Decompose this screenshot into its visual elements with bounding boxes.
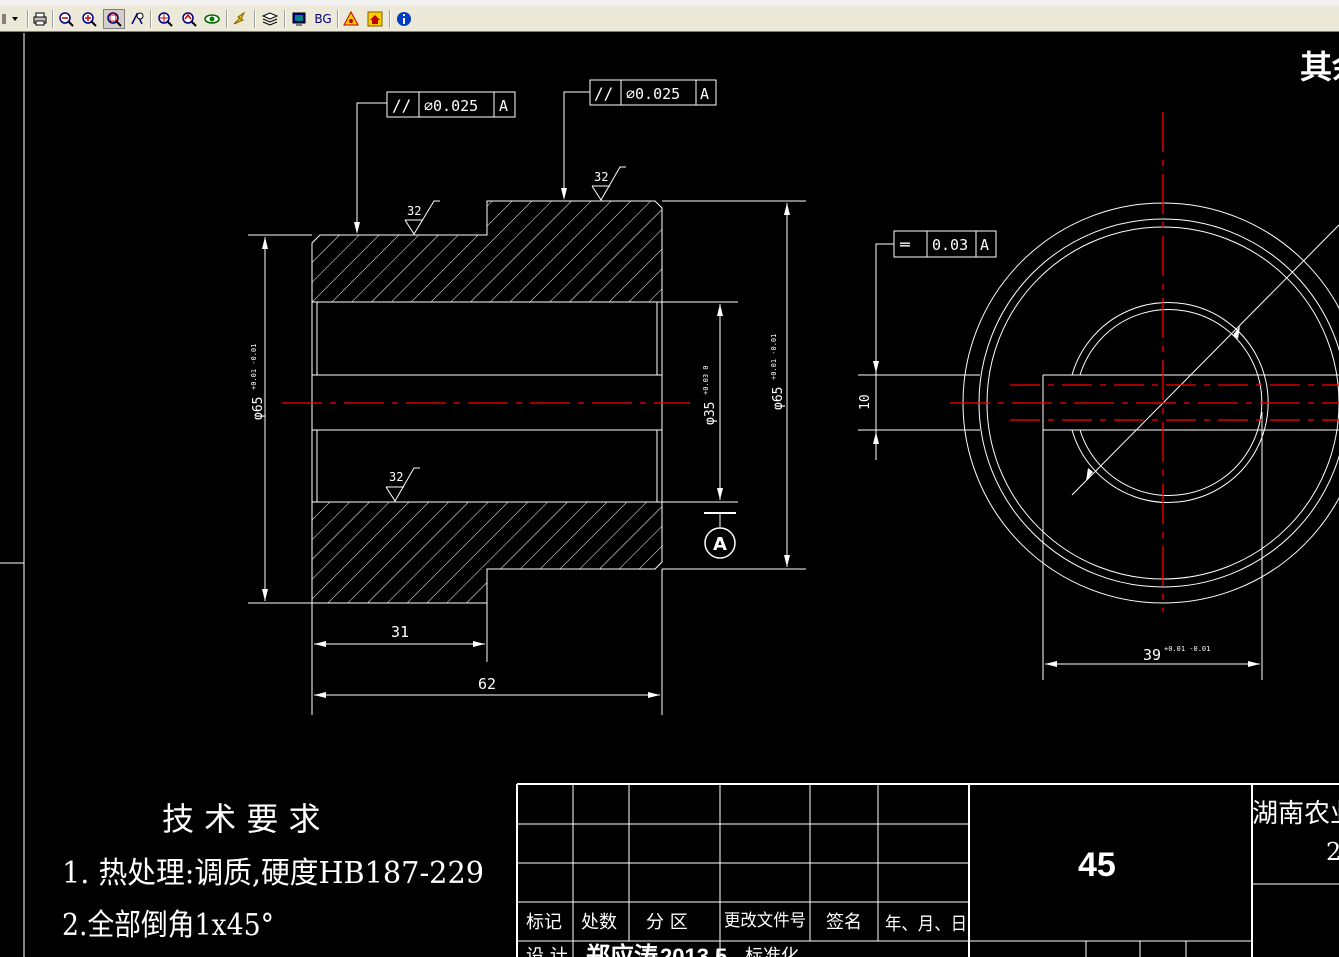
roughness-top-right: 32	[594, 170, 608, 184]
svg-text:φ65: φ65	[771, 387, 786, 410]
tech-req-item-1: 1. 热处理:调质,硬度HB187-229	[62, 856, 484, 891]
home-button[interactable]	[366, 9, 384, 29]
section-view	[282, 200, 690, 604]
svg-text:+0.01 -0.01: +0.01 -0.01	[250, 344, 258, 390]
view-button[interactable]	[203, 9, 221, 29]
svg-text:+0.03 0: +0.03 0	[702, 365, 710, 395]
dim-left-dia: φ65 +0.01 -0.01	[250, 344, 266, 420]
regen-icon	[233, 11, 246, 25]
regen-button[interactable]	[231, 9, 249, 29]
tb-design-date: 2013.5	[660, 944, 727, 957]
bg-label: BG	[314, 12, 332, 26]
keyway-upper	[316, 301, 658, 376]
tb-header-doc: 更改文件号	[724, 911, 806, 931]
layers-icon	[261, 12, 279, 26]
zoom-out-icon	[59, 12, 74, 27]
dropdown-arrow-icon	[2, 14, 18, 24]
hatch-upper	[311, 200, 663, 303]
dim-bore-dia: φ35 +0.03 0	[702, 365, 718, 425]
zoom-in-icon	[82, 12, 97, 27]
roughness-top-left: 32	[407, 204, 421, 218]
svg-text:═: ═	[899, 235, 910, 254]
svg-text:A: A	[980, 236, 989, 254]
tb-header-count: 处数	[581, 912, 617, 933]
tb-standard-label: 标准化	[745, 946, 799, 957]
dim-key-depth-tol: +0.01 -0.01	[1164, 645, 1210, 653]
monitor-icon	[292, 12, 306, 26]
gdt-frame-left: // ∅0.025 A	[386, 91, 516, 118]
toolbar: BG	[0, 6, 1339, 32]
zoom-pan-icon	[131, 12, 144, 25]
zoom-previous-button[interactable]	[180, 9, 198, 29]
zoom-out-button[interactable]	[57, 9, 75, 29]
view-eye-icon	[204, 14, 220, 24]
zoom-realtime-icon	[158, 12, 173, 27]
school-name-line2: 2	[1326, 838, 1339, 866]
dim-key-width: 10	[858, 394, 873, 410]
tb-header-mark: 标记	[526, 912, 562, 933]
tech-req-title: 技 术 要 求	[162, 800, 321, 838]
display-button[interactable]	[290, 9, 308, 29]
dim-key-depth: 39	[1143, 646, 1161, 664]
svg-text:A: A	[700, 85, 709, 103]
tb-designer-name: 郑应涛	[586, 941, 658, 957]
zoom-window-button[interactable]	[103, 9, 125, 29]
zoom-previous-icon	[182, 12, 197, 27]
dim-length-62: 62	[478, 675, 496, 693]
end-view	[858, 112, 1339, 680]
drawing-canvas[interactable]: 其余	[0, 32, 1339, 957]
svg-text://: //	[594, 84, 613, 103]
svg-text:∅0.025: ∅0.025	[424, 97, 478, 115]
svg-text:A: A	[499, 97, 508, 115]
home-icon	[367, 11, 383, 27]
print-button[interactable]	[31, 9, 49, 29]
svg-text:0.03: 0.03	[932, 236, 968, 254]
svg-text:φ65: φ65	[251, 397, 266, 420]
help-button[interactable]	[342, 9, 360, 29]
zoom-pan-button[interactable]	[128, 9, 146, 29]
svg-text:10: 10	[858, 394, 873, 410]
zoom-realtime-button[interactable]	[156, 9, 174, 29]
svg-text:+0.01 -0.01: +0.01 -0.01	[770, 334, 778, 380]
svg-text:φ35: φ35	[703, 402, 718, 425]
dim-length-31: 31	[391, 623, 409, 641]
layers-button[interactable]	[261, 9, 279, 29]
tech-req-item-2: 2.全部倒角1x45°	[62, 908, 274, 943]
tb-header-date: 年、月、日	[885, 914, 967, 935]
corner-title: 其余	[1300, 48, 1339, 86]
school-name: 湖南农业	[1252, 799, 1339, 829]
dim-right-dia: φ65 +0.01 -0.01	[770, 334, 786, 410]
zoom-in-button[interactable]	[80, 9, 98, 29]
keyway-lower	[316, 429, 658, 503]
background-button[interactable]: BG	[312, 9, 334, 29]
print-icon	[33, 12, 47, 26]
material: 45	[1078, 846, 1116, 884]
roughness-bore: 32	[389, 470, 403, 484]
datum-symbol: A	[704, 512, 736, 559]
tb-header-sign: 签名	[826, 912, 862, 933]
info-button[interactable]	[395, 9, 413, 29]
svg-text:A: A	[713, 534, 727, 555]
layer-dropdown[interactable]	[2, 9, 24, 29]
help-icon	[343, 11, 359, 26]
zoom-window-icon	[107, 12, 122, 27]
svg-text:∅0.025: ∅0.025	[626, 85, 680, 103]
gdt-frame-symmetry: ═ 0.03 A	[893, 230, 997, 258]
gdt-frame-right: // ∅0.025 A	[589, 79, 717, 106]
tb-designer-label: 设 计	[526, 946, 568, 957]
tb-header-zone: 分 区	[646, 912, 688, 933]
svg-text://: //	[392, 96, 411, 115]
info-icon	[397, 12, 411, 26]
